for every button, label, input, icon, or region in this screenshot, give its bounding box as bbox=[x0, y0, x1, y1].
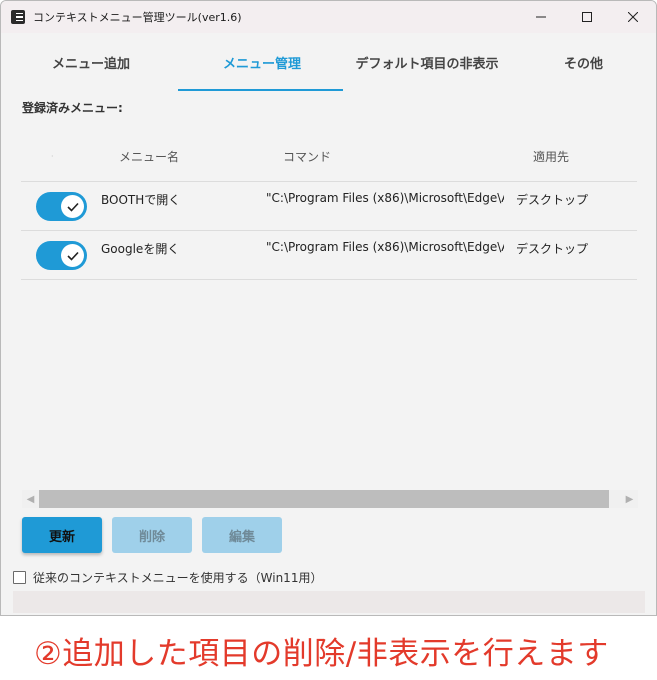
close-icon bbox=[628, 12, 638, 22]
caption-text: ②追加した項目の削除/非表示を行えます bbox=[34, 636, 609, 672]
edit-button[interactable]: 編集 bbox=[202, 517, 282, 553]
tab-label: デフォルト項目の非表示 bbox=[355, 56, 499, 72]
toggle-knob bbox=[61, 195, 84, 218]
maximize-button[interactable] bbox=[564, 1, 610, 33]
legacy-menu-label: 従来のコンテキストメニューを使用する（Win11用） bbox=[33, 571, 323, 585]
row-command: "C:\Program Files (x86)\Microsoft\Edge\A… bbox=[266, 240, 504, 254]
checkmark-icon bbox=[66, 251, 79, 261]
tab-other[interactable]: その他 bbox=[511, 33, 656, 91]
registered-menus-label: 登録済みメニュー: bbox=[22, 101, 123, 115]
table-row[interactable]: BOOTHで開く "C:\Program Files (x86)\Microso… bbox=[21, 181, 637, 230]
enable-toggle[interactable] bbox=[36, 241, 87, 270]
title-bar[interactable]: コンテキストメニュー管理ツール(ver1.6) bbox=[1, 1, 656, 33]
tab-add-menu[interactable]: メニュー追加 bbox=[1, 33, 181, 91]
scrollbar-thumb[interactable] bbox=[39, 490, 609, 508]
row-command: "C:\Program Files (x86)\Microsoft\Edge\A… bbox=[266, 191, 504, 205]
minimize-icon bbox=[536, 16, 546, 18]
window-controls bbox=[518, 1, 656, 33]
table-row[interactable]: Googleを開く "C:\Program Files (x86)\Micros… bbox=[21, 230, 637, 279]
scroll-right-icon[interactable]: ▶ bbox=[621, 490, 638, 508]
refresh-button[interactable]: 更新 bbox=[22, 517, 102, 553]
tab-bar: メニュー追加 メニュー管理 デフォルト項目の非表示 その他 bbox=[1, 33, 656, 91]
scroll-left-icon[interactable]: ◀ bbox=[22, 490, 39, 508]
app-menu-icon bbox=[11, 10, 25, 24]
header-target[interactable]: 適用先 bbox=[533, 131, 569, 181]
app-window: コンテキストメニュー管理ツール(ver1.6) メニュー追加 メニュー管理 デフ… bbox=[0, 0, 657, 616]
tab-manage-menu[interactable]: メニュー管理 bbox=[178, 33, 343, 91]
row-menu-name: Googleを開く bbox=[101, 242, 180, 256]
tab-hide-default-items[interactable]: デフォルト項目の非表示 bbox=[343, 33, 511, 91]
minimize-button[interactable] bbox=[518, 1, 564, 33]
tab-label: メニュー追加 bbox=[51, 56, 130, 72]
header-command[interactable]: コマンド bbox=[283, 131, 331, 181]
row-target: デスクトップ bbox=[516, 242, 589, 256]
row-menu-name: BOOTHで開く bbox=[101, 193, 181, 207]
header-dot: · bbox=[51, 151, 54, 161]
maximize-icon bbox=[582, 12, 592, 22]
tab-label: メニュー管理 bbox=[222, 56, 301, 72]
table-divider bbox=[21, 279, 637, 280]
delete-button[interactable]: 削除 bbox=[112, 517, 192, 553]
row-target: デスクトップ bbox=[516, 193, 589, 207]
table-header: · メニュー名 コマンド 適用先 bbox=[21, 131, 637, 181]
window-title: コンテキストメニュー管理ツール(ver1.6) bbox=[33, 11, 242, 24]
header-menu-name[interactable]: メニュー名 bbox=[119, 131, 179, 181]
enable-toggle[interactable] bbox=[36, 192, 87, 221]
legacy-menu-checkbox[interactable] bbox=[13, 571, 26, 584]
horizontal-scrollbar[interactable]: ◀ ▶ bbox=[22, 490, 638, 508]
status-bar bbox=[13, 591, 645, 613]
active-tab-indicator bbox=[178, 89, 343, 91]
close-button[interactable] bbox=[610, 1, 656, 33]
toggle-knob bbox=[61, 244, 84, 267]
legacy-menu-option[interactable]: 従来のコンテキストメニューを使用する（Win11用） bbox=[13, 569, 322, 586]
tab-label: その他 bbox=[563, 56, 603, 72]
checkmark-icon bbox=[66, 202, 79, 212]
